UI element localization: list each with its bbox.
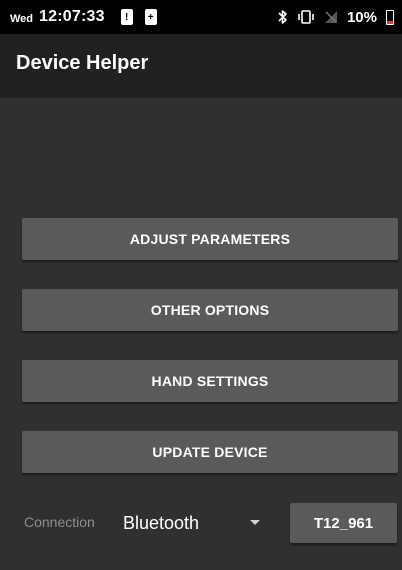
dropdown-caret-icon: [250, 520, 260, 525]
device-helper-screen: Wed 12:07:33 ! + 10% Device Helper ADJUS…: [0, 0, 402, 570]
adjust-parameters-button[interactable]: ADJUST PARAMETERS: [22, 218, 398, 260]
connection-label: Connection: [24, 514, 95, 530]
battery-icon: [386, 9, 394, 25]
status-left-group: Wed 12:07:33 ! +: [10, 8, 278, 26]
no-signal-icon: [324, 10, 338, 24]
connection-dropdown[interactable]: Bluetooth: [120, 506, 278, 540]
alert-notification-icon: !: [120, 9, 133, 25]
status-bar: Wed 12:07:33 ! + 10%: [0, 0, 402, 34]
update-device-button[interactable]: UPDATE DEVICE: [22, 431, 398, 473]
status-time: 12:07:33: [39, 8, 105, 25]
battery-plus-notification-icon: +: [144, 9, 157, 25]
app-title: Device Helper: [16, 51, 149, 74]
other-options-button[interactable]: OTHER OPTIONS: [22, 289, 398, 331]
battery-percent: 10%: [346, 8, 377, 26]
status-day: Wed: [10, 12, 34, 25]
hand-settings-button[interactable]: HAND SETTINGS: [22, 360, 398, 402]
device-id-button[interactable]: T12_961: [290, 503, 397, 543]
status-right-group: 10%: [278, 9, 394, 26]
vibrate-icon: [297, 9, 315, 25]
bluetooth-icon: [278, 9, 288, 25]
battery-fill: [387, 21, 393, 24]
app-bar: Device Helper: [0, 34, 402, 98]
connection-selected-value: Bluetooth: [123, 512, 200, 533]
